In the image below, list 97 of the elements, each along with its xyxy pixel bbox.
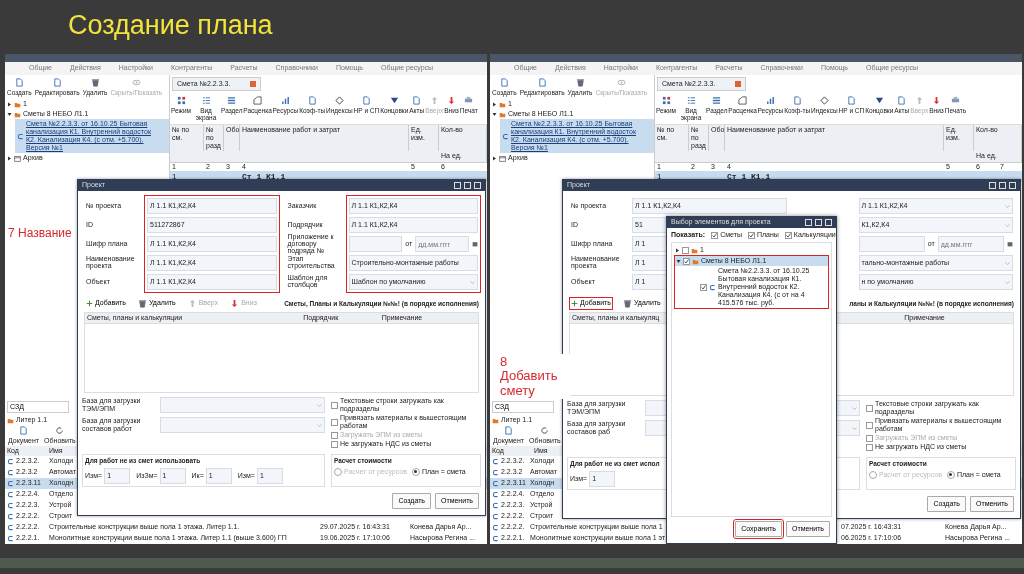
checkbox[interactable] <box>682 246 689 254</box>
document-icon <box>792 96 802 106</box>
dropdown-caret-icon <box>852 405 857 411</box>
diamond-icon <box>334 96 344 106</box>
dropdown-caret-icon <box>1005 222 1010 228</box>
input-field[interactable] <box>858 236 925 252</box>
document-icon <box>412 96 422 106</box>
funnel-icon <box>389 96 399 106</box>
checkbox[interactable] <box>331 401 338 409</box>
tag-icon <box>738 96 748 106</box>
refresh-icon <box>540 426 550 436</box>
funnel-icon <box>874 96 884 106</box>
document-icon <box>361 96 371 106</box>
document-icon <box>504 426 514 436</box>
checkbox[interactable] <box>683 257 690 265</box>
down-arrow-icon <box>932 96 941 106</box>
plus-icon <box>86 300 93 307</box>
document-icon <box>19 426 29 436</box>
maximize-button[interactable] <box>815 219 822 226</box>
tag-icon <box>253 96 263 106</box>
dropdown-caret-icon <box>1005 260 1010 266</box>
dropdown-caret-icon <box>470 279 475 285</box>
archive-icon <box>499 154 506 162</box>
maximize-button[interactable] <box>464 182 471 189</box>
estimate-icon <box>17 132 24 140</box>
expand-arrow-icon[interactable] <box>7 111 12 117</box>
document-icon <box>499 78 509 87</box>
checklist-icon <box>686 96 696 106</box>
expand-arrow-icon[interactable] <box>675 247 680 253</box>
expand-arrow-icon[interactable] <box>7 155 12 161</box>
folder-icon <box>492 416 499 424</box>
expand-arrow-icon[interactable] <box>492 101 497 107</box>
dropdown-caret-icon <box>317 422 322 428</box>
dropdown-caret-icon <box>852 425 857 431</box>
document-icon <box>52 78 62 87</box>
checkbox[interactable] <box>331 440 338 448</box>
dropdown-caret-icon <box>1005 203 1010 209</box>
plus-icon <box>571 300 578 307</box>
checkbox[interactable] <box>784 231 792 239</box>
calendar-icon[interactable] <box>472 241 478 247</box>
annotation-text: 8 Добавить смету <box>498 354 570 399</box>
checkbox[interactable] <box>747 231 755 239</box>
trash-icon <box>137 299 147 308</box>
checkbox[interactable] <box>866 443 873 451</box>
grid-icon <box>176 96 186 106</box>
checkbox[interactable] <box>866 421 873 429</box>
document-icon <box>897 96 907 106</box>
close-button[interactable] <box>825 219 832 226</box>
bar-chart-icon <box>765 96 775 106</box>
up-arrow-icon <box>914 96 924 106</box>
document-icon <box>537 78 547 87</box>
estimate-icon <box>709 283 716 291</box>
checkbox[interactable] <box>866 404 873 412</box>
checkbox[interactable] <box>331 418 338 426</box>
document-icon <box>307 96 317 106</box>
close-button[interactable] <box>1009 182 1016 189</box>
expand-arrow-icon[interactable] <box>492 111 497 117</box>
expand-arrow-icon[interactable] <box>492 155 497 161</box>
down-arrow-icon <box>447 96 456 106</box>
calendar-icon[interactable] <box>1007 241 1013 247</box>
maximize-button[interactable] <box>999 182 1006 189</box>
close-tab-button[interactable] <box>250 81 257 87</box>
checkbox[interactable] <box>711 231 719 239</box>
lines-icon <box>227 96 237 106</box>
folder-icon <box>7 416 14 424</box>
expand-arrow-icon[interactable] <box>7 101 12 107</box>
document-icon <box>846 96 856 106</box>
eye-icon <box>616 78 626 87</box>
dropdown-caret-icon <box>317 402 322 408</box>
trash-icon <box>90 78 100 87</box>
archive-icon <box>14 154 21 162</box>
estimate-icon <box>502 132 509 140</box>
down-arrow-icon <box>230 299 240 308</box>
radio-button[interactable] <box>411 467 420 476</box>
up-arrow-icon <box>187 299 197 308</box>
input-field[interactable] <box>348 236 403 252</box>
refresh-icon <box>55 426 65 436</box>
eye-icon <box>131 78 141 87</box>
minimize-button[interactable] <box>805 219 812 226</box>
document-icon <box>14 78 24 87</box>
bar-chart-icon <box>280 96 290 106</box>
dropdown-caret-icon <box>1005 279 1010 285</box>
trash-icon <box>622 299 632 308</box>
minimize-button[interactable] <box>989 182 996 189</box>
grid-icon <box>661 96 671 106</box>
close-button[interactable] <box>474 182 481 189</box>
close-tab-button[interactable] <box>735 81 742 87</box>
radio-button[interactable] <box>946 470 955 479</box>
up-arrow-icon <box>429 96 439 106</box>
minimize-button[interactable] <box>454 182 461 189</box>
diamond-icon <box>819 96 829 106</box>
slide-title: Создание плана <box>67 9 274 42</box>
trash-icon <box>575 78 585 87</box>
expand-arrow-icon[interactable] <box>676 258 681 264</box>
checkbox[interactable] <box>700 283 707 291</box>
checklist-icon <box>201 96 211 106</box>
lines-icon <box>712 96 722 106</box>
